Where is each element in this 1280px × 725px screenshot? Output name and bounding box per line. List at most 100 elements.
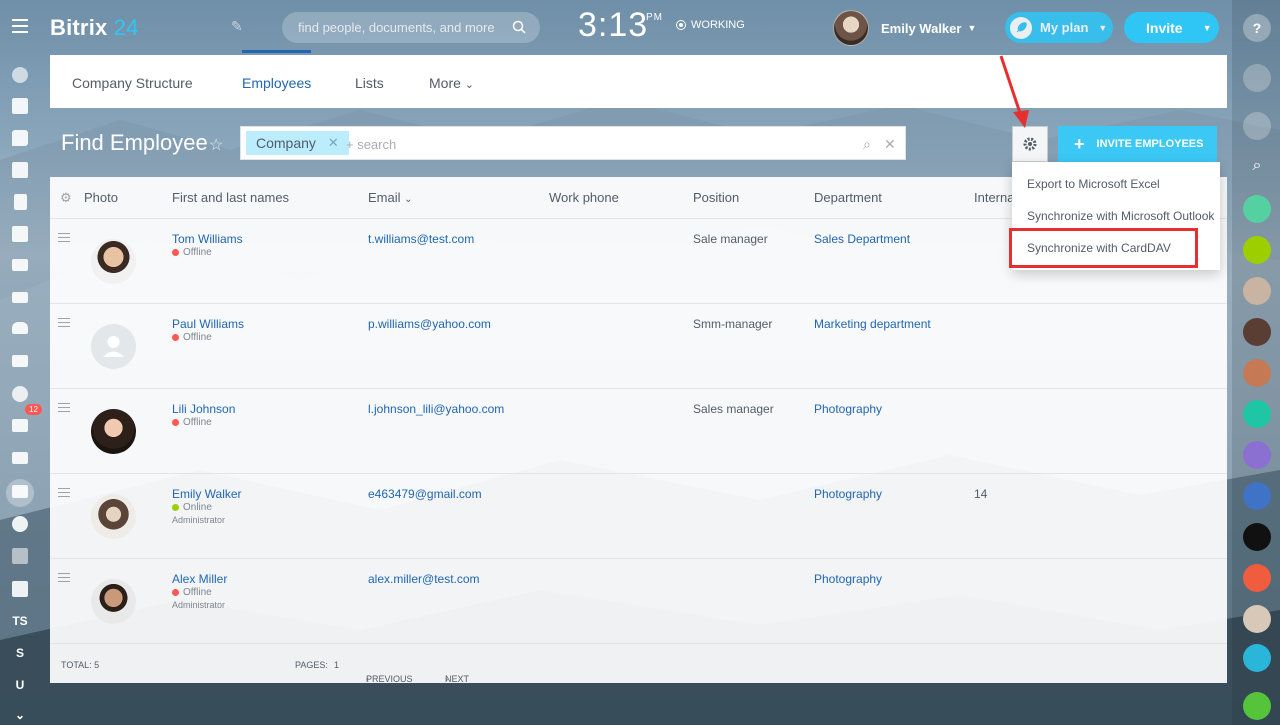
group-chat-icon[interactable] [1243, 482, 1271, 510]
table-row[interactable]: Alex Miller Offline Administrator alex.m… [50, 558, 1227, 644]
column-internal[interactable]: Interna [974, 190, 1014, 205]
column-position[interactable]: Position [693, 190, 739, 205]
pencil-icon[interactable]: ✎ [231, 18, 243, 35]
employee-department[interactable]: Photography [814, 572, 882, 586]
column-department[interactable]: Department [814, 190, 882, 205]
table-row[interactable]: Lili Johnson Offline l.johnson_lili@yaho… [50, 388, 1227, 474]
invite-button[interactable]: Invite ▼ [1124, 12, 1219, 43]
group-chat-icon[interactable] [1243, 236, 1271, 264]
lock-icon[interactable] [1243, 564, 1271, 592]
menu-item-sync-outlook[interactable]: Synchronize with Microsoft Outlook [1027, 209, 1214, 223]
target-icon[interactable] [12, 386, 28, 402]
tab-company-structure[interactable]: Company Structure [72, 75, 193, 91]
calendar-icon[interactable] [12, 162, 28, 178]
avatar [833, 10, 869, 46]
drag-handle-icon[interactable] [58, 403, 70, 415]
tab-employees[interactable]: Employees [242, 75, 311, 91]
help-icon[interactable]: ? [1243, 14, 1271, 42]
bell-icon[interactable] [1243, 64, 1271, 92]
close-icon[interactable]: ✕ [328, 135, 339, 151]
employee-name[interactable]: Emily Walker [172, 487, 242, 501]
employee-department[interactable]: Photography [814, 402, 882, 416]
close-icon[interactable]: ✕ [884, 136, 896, 153]
sidebar-item-ts[interactable]: TS [12, 613, 28, 629]
employee-email[interactable]: e463479@gmail.com [368, 487, 482, 501]
tab-more[interactable]: More ⌄ [429, 75, 474, 91]
employee-name[interactable]: Tom Williams [172, 232, 243, 246]
employee-email[interactable]: l.johnson_lili@yahoo.com [368, 402, 504, 416]
avatar [91, 409, 136, 454]
exit-icon[interactable] [1243, 644, 1271, 672]
clock[interactable]: 3:13 PM [578, 6, 662, 45]
package-icon[interactable] [12, 581, 28, 597]
drag-handle-icon[interactable] [58, 573, 70, 585]
sidebar-item-s[interactable]: S [12, 645, 28, 661]
employees-icon[interactable] [12, 485, 28, 498]
column-work-phone[interactable]: Work phone [549, 190, 619, 205]
tab-lists[interactable]: Lists [355, 75, 384, 91]
page-number[interactable]: 1 [334, 660, 339, 670]
invite-employees-button[interactable]: + INVITE EMPLOYEES [1058, 126, 1217, 162]
logo[interactable]: Bitrix 24 [50, 15, 139, 41]
sidebar-item-u[interactable]: U [12, 677, 28, 693]
activity-stream-icon[interactable] [12, 67, 28, 83]
sites-icon[interactable] [12, 419, 28, 432]
column-photo[interactable]: Photo [84, 190, 118, 205]
calendar-chat-icon[interactable] [1243, 400, 1271, 428]
feed-icon[interactable] [12, 98, 28, 114]
avatar[interactable] [1243, 605, 1271, 633]
chevron-down-icon[interactable]: ⌄ [12, 707, 28, 723]
employee-department[interactable]: Photography [814, 487, 882, 501]
working-status[interactable]: WORKING [676, 19, 745, 31]
menu-item-export-excel[interactable]: Export to Microsoft Excel [1027, 177, 1160, 191]
box-icon[interactable] [12, 548, 28, 564]
calendar-chat-icon[interactable] [1243, 441, 1271, 469]
employee-email[interactable]: alex.miller@test.com [368, 572, 480, 586]
gear-icon[interactable]: ⚙ [60, 190, 72, 206]
invite-employees-label: INVITE EMPLOYEES [1096, 138, 1204, 150]
avatar[interactable] [1243, 523, 1271, 551]
my-plan-button[interactable]: My plan ▼ [1005, 12, 1113, 43]
document-icon[interactable] [14, 194, 27, 210]
search-icon[interactable]: ⌕ [1243, 152, 1271, 180]
tasks-icon[interactable] [12, 226, 28, 242]
search-icon[interactable]: ⌕ [863, 136, 871, 153]
employee-email[interactable]: p.williams@yahoo.com [368, 317, 491, 331]
user-menu[interactable]: Emily Walker ▼ [833, 10, 976, 46]
star-icon[interactable]: ☆ [209, 135, 223, 155]
groups-icon[interactable] [12, 322, 28, 334]
chat-icon[interactable] [12, 130, 28, 146]
avatar [91, 579, 136, 624]
search-placeholder: find people, documents, and more [298, 20, 495, 35]
calendar-chat-icon[interactable] [1243, 359, 1271, 387]
filter-search[interactable]: Company ✕ + search ⌕ ✕ [240, 126, 906, 160]
drive-icon[interactable] [12, 259, 28, 271]
employee-name[interactable]: Paul Williams [172, 317, 244, 331]
employee-name[interactable]: Alex Miller [172, 572, 227, 586]
drag-handle-icon[interactable] [58, 488, 70, 500]
table-row[interactable]: Paul Williams Offline p.williams@yahoo.c… [50, 303, 1227, 389]
filter-chip[interactable]: Company ✕ [246, 131, 349, 155]
avatar[interactable] [1243, 318, 1271, 346]
employee-email[interactable]: t.williams@test.com [368, 232, 474, 246]
sync-icon[interactable] [12, 516, 28, 532]
phone-icon[interactable] [1243, 692, 1271, 720]
table-row[interactable]: Emily Walker Online Administrator e46347… [50, 473, 1227, 559]
cart-icon[interactable] [12, 452, 28, 464]
mail-icon[interactable] [12, 292, 28, 303]
search-icon[interactable] [512, 20, 526, 34]
drag-handle-icon[interactable] [58, 233, 70, 245]
column-email[interactable]: Email ⌄ [368, 190, 413, 205]
drag-handle-icon[interactable] [58, 318, 70, 330]
column-name[interactable]: First and last names [172, 190, 289, 205]
gear-icon [1023, 137, 1037, 151]
group-chat-icon[interactable] [1243, 195, 1271, 223]
crm-filter-icon[interactable] [12, 355, 28, 367]
employee-department[interactable]: Marketing department [814, 317, 931, 331]
messenger-icon[interactable] [1243, 112, 1271, 140]
avatar[interactable] [1243, 277, 1271, 305]
employee-department[interactable]: Sales Department [814, 232, 910, 246]
employee-name[interactable]: Lili Johnson [172, 402, 235, 416]
menu-icon[interactable] [12, 19, 28, 33]
global-search[interactable]: find people, documents, and more [282, 12, 540, 43]
